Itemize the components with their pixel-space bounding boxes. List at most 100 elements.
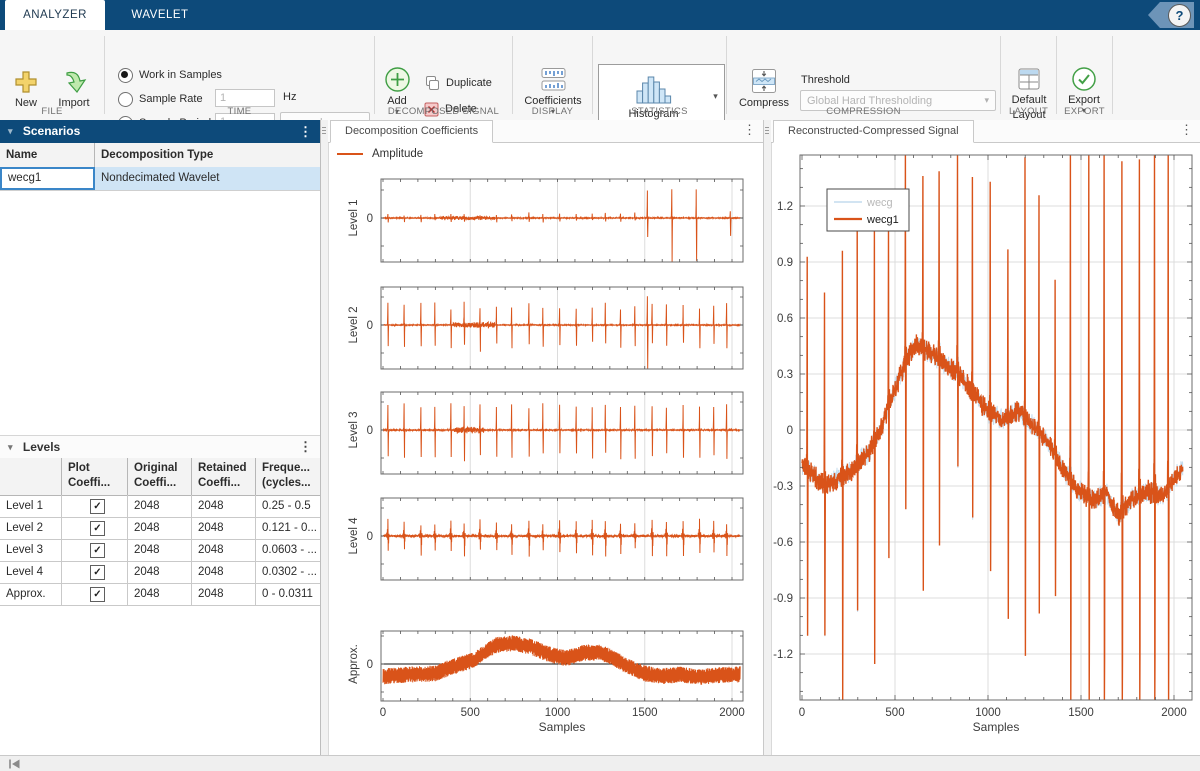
svg-text:0: 0: [380, 707, 386, 719]
frequency-range-cell[interactable]: 0.25 - 0.5: [256, 495, 320, 517]
layout-grid-icon: [1016, 66, 1042, 92]
frequency-range-cell[interactable]: 0.121 - 0...: [256, 517, 320, 539]
collapse-triangle-icon[interactable]: ▾: [8, 120, 13, 143]
column-header-name[interactable]: Name: [0, 143, 95, 167]
plot-coefficients-checkbox[interactable]: ✓: [90, 587, 105, 602]
levels-table-row[interactable]: Level 1✓204820480.25 - 0.5: [0, 495, 320, 518]
column-header-retained[interactable]: Retained Coeffi...: [192, 458, 256, 495]
chevron-down-icon: ▾: [984, 95, 989, 106]
scenario-row[interactable]: wecg1 Nondecimated Wavelet: [0, 167, 320, 191]
level-name-cell[interactable]: Approx.: [0, 583, 62, 605]
level-name-cell[interactable]: Level 1: [0, 495, 62, 517]
original-coefficients-cell[interactable]: 2048: [128, 583, 192, 605]
import-button[interactable]: Import: [50, 69, 98, 109]
reconstructed-signal-plot[interactable]: 1.20.90.60.30-0.3-0.6-0.9-1.205001000150…: [764, 142, 1200, 755]
frequency-range-cell[interactable]: 0.0302 - ...: [256, 561, 320, 583]
section-label-export: EXPORT: [1057, 106, 1112, 117]
svg-text:-0.9: -0.9: [773, 593, 793, 605]
levels-table-row[interactable]: Level 4✓204820480.0302 - ...: [0, 561, 320, 584]
dots-menu-icon[interactable]: ⋮: [743, 122, 756, 138]
original-coefficients-cell[interactable]: 2048: [128, 517, 192, 539]
levels-header[interactable]: ▾ Levels ⋮: [0, 435, 320, 459]
svg-text:2000: 2000: [719, 707, 745, 719]
check-icon: ✓: [93, 545, 101, 556]
original-coefficients-cell[interactable]: 2048: [128, 539, 192, 561]
frequency-range-cell[interactable]: 0 - 0.0311: [256, 583, 320, 605]
column-header-original[interactable]: Original Coeffi...: [128, 458, 192, 495]
decomposition-subplot-1[interactable]: 0Level 1: [321, 178, 763, 263]
decomposition-subplot-5[interactable]: 0Approx.0500100015002000Samples: [321, 630, 763, 736]
plot-coefficients-checkbox[interactable]: ✓: [90, 543, 105, 558]
collapse-triangle-icon[interactable]: ▾: [8, 436, 13, 458]
new-button[interactable]: New: [6, 69, 46, 109]
section-label-time: TIME: [105, 106, 374, 117]
levels-table-row[interactable]: Level 2✓204820480.121 - 0...: [0, 517, 320, 540]
grip-icon: [322, 127, 326, 136]
sample-rate-input[interactable]: [215, 89, 275, 107]
svg-text:0.9: 0.9: [777, 257, 793, 269]
level-name-cell[interactable]: Level 4: [0, 561, 62, 583]
scenario-name-cell[interactable]: wecg1: [0, 167, 95, 190]
svg-text:2000: 2000: [1161, 707, 1187, 719]
radio-selected-icon[interactable]: [118, 68, 133, 83]
svg-text:500: 500: [885, 707, 904, 719]
svg-text:wecg: wecg: [866, 197, 893, 209]
level-name-cell[interactable]: Level 2: [0, 517, 62, 539]
frequency-range-cell[interactable]: 0.0603 - ...: [256, 539, 320, 561]
scenario-type-cell[interactable]: Nondecimated Wavelet: [95, 167, 320, 190]
retained-coefficients-cell[interactable]: 2048: [192, 539, 256, 561]
retained-coefficients-cell[interactable]: 2048: [192, 561, 256, 583]
section-label-file: FILE: [0, 106, 104, 117]
hz-label: Hz: [283, 91, 296, 103]
svg-text:0.3: 0.3: [777, 369, 793, 381]
plot-coefficients-cell: ✓: [62, 561, 128, 583]
column-header-frequency[interactable]: Freque... (cycles...: [256, 458, 320, 495]
plot-coefficients-checkbox[interactable]: ✓: [90, 499, 105, 514]
plot-coefficients-checkbox[interactable]: ✓: [90, 565, 105, 580]
decomposition-subplot-3[interactable]: 0Level 3: [321, 391, 763, 475]
retained-coefficients-cell[interactable]: 2048: [192, 495, 256, 517]
original-coefficients-cell[interactable]: 2048: [128, 561, 192, 583]
tab-decomposition-coefficients[interactable]: Decomposition Coefficients: [330, 120, 493, 143]
check-icon: ✓: [93, 523, 101, 534]
retained-coefficients-cell[interactable]: 2048: [192, 517, 256, 539]
section-label-statistics: STATISTICS: [593, 106, 726, 117]
svg-text:1500: 1500: [632, 707, 658, 719]
compress-button[interactable]: Compress: [736, 67, 792, 109]
dots-menu-icon[interactable]: ⋮: [1180, 122, 1193, 138]
help-button[interactable]: ?: [1168, 4, 1191, 27]
retained-coefficients-cell[interactable]: 2048: [192, 583, 256, 605]
tab-analyzer[interactable]: ANALYZER: [5, 0, 105, 30]
radio-work-in-samples[interactable]: Work in Samples: [118, 66, 222, 84]
radio-icon[interactable]: [118, 92, 133, 107]
add-circle-plus-icon: [384, 66, 411, 93]
levels-table-row[interactable]: Level 3✓204820480.0603 - ...: [0, 539, 320, 562]
separator: [726, 36, 727, 114]
toolstrip: New Import FILE Work in Samples Sample R…: [0, 30, 1200, 121]
svg-text:0: 0: [367, 425, 373, 437]
section-label-display: DISPLAY: [513, 106, 592, 117]
panel-splitter[interactable]: [321, 120, 329, 755]
decomposition-panel: Decomposition Coefficients ⋮ Amplitude 0…: [321, 120, 764, 755]
decomposition-subplot-2[interactable]: 0Level 2: [321, 286, 763, 370]
original-coefficients-cell[interactable]: 2048: [128, 495, 192, 517]
collapse-left-icon[interactable]: [8, 759, 21, 769]
decomposition-subplot-4[interactable]: 0Level 4: [321, 497, 763, 581]
tab-reconstructed-compressed-signal[interactable]: Reconstructed-Compressed Signal: [773, 120, 974, 143]
level-name-cell[interactable]: Level 3: [0, 539, 62, 561]
svg-text:0: 0: [367, 320, 373, 332]
tab-wavelet[interactable]: WAVELET: [105, 0, 215, 30]
column-header-plot[interactable]: Plot Coeffi...: [62, 458, 128, 495]
scenarios-header[interactable]: ▾ Scenarios ⋮: [0, 120, 320, 143]
duplicate-button[interactable]: Duplicate: [424, 74, 492, 92]
dots-menu-icon[interactable]: ⋮: [299, 120, 312, 143]
dots-menu-icon[interactable]: ⋮: [299, 436, 312, 458]
decomposition-tab-strip: Decomposition Coefficients ⋮: [328, 120, 763, 143]
levels-table-row[interactable]: Approx.✓204820480 - 0.0311: [0, 583, 320, 606]
svg-text:0: 0: [367, 213, 373, 225]
plot-coefficients-checkbox[interactable]: ✓: [90, 521, 105, 536]
svg-text:0: 0: [367, 531, 373, 543]
svg-text:500: 500: [461, 707, 480, 719]
chevron-down-icon: ▾: [713, 91, 718, 102]
column-header-decomposition-type[interactable]: Decomposition Type: [95, 143, 320, 167]
